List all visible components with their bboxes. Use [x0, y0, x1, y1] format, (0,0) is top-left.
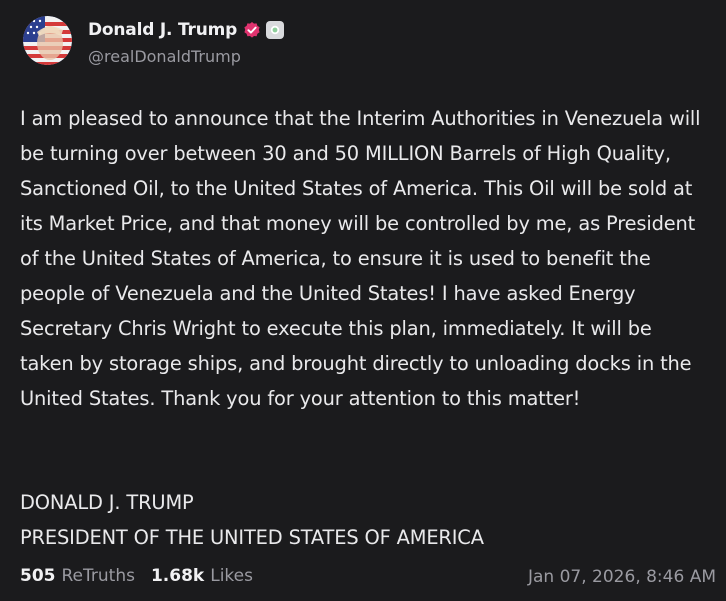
- author-handle[interactable]: @realDonaldTrump: [88, 47, 241, 66]
- account-label-icon: [266, 21, 285, 39]
- likes-count[interactable]: 1.68k: [151, 566, 204, 586]
- signature-name: DONALD J. TRUMP: [20, 491, 194, 514]
- signature-title: PRESIDENT OF THE UNITED STATES OF AMERIC…: [20, 526, 484, 549]
- post-signature: DONALD J. TRUMP PRESIDENT OF THE UNITED …: [20, 485, 484, 555]
- post-card: Donald J. Trump @realDonaldTrump I am pl…: [0, 0, 726, 601]
- post-paragraph: I am pleased to announce that the Interi…: [20, 107, 701, 410]
- retruths-count[interactable]: 505: [20, 566, 56, 586]
- author-name-row: Donald J. Trump: [88, 17, 285, 43]
- display-name[interactable]: Donald J. Trump: [88, 20, 237, 40]
- engagement-stats: 505 ReTruths 1.68k Likes: [20, 566, 269, 586]
- avatar[interactable]: [23, 16, 72, 65]
- retruths-label[interactable]: ReTruths: [62, 566, 135, 586]
- likes-label[interactable]: Likes: [210, 566, 253, 586]
- post-text: I am pleased to announce that the Interi…: [20, 101, 710, 416]
- verified-badge-icon: [243, 21, 261, 39]
- post-timestamp[interactable]: Jan 07, 2026, 8:46 AM: [528, 567, 716, 587]
